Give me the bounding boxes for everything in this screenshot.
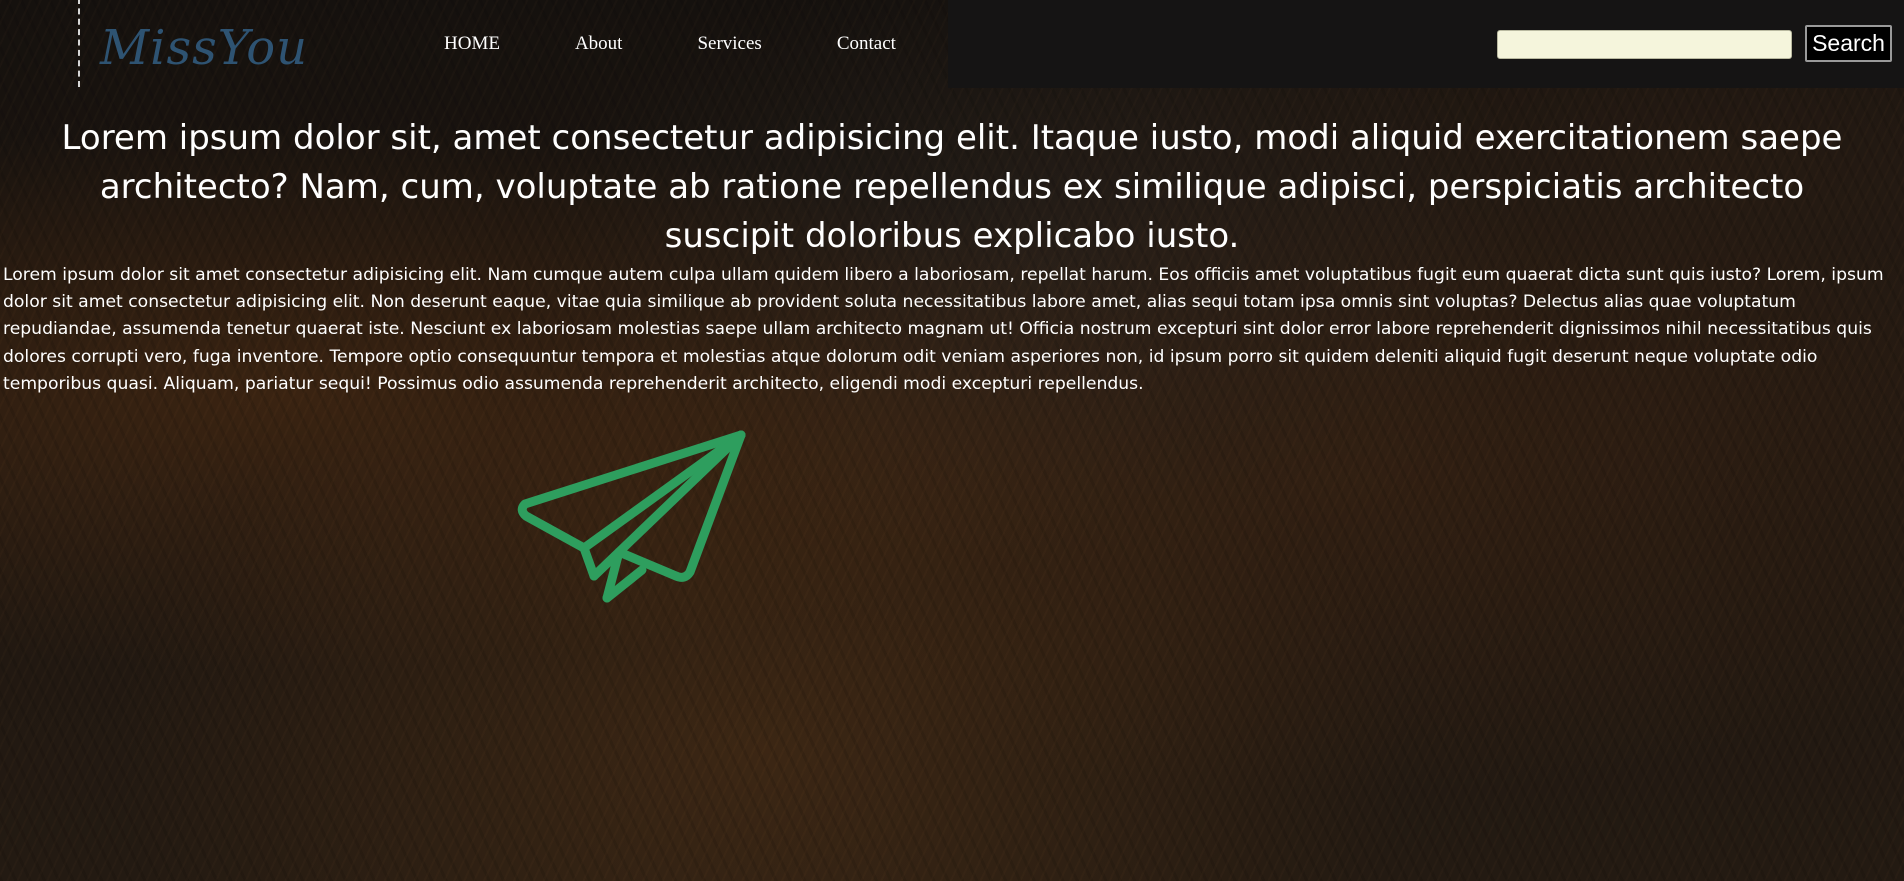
nav-item-services[interactable]: Services	[697, 33, 761, 55]
body-paragraph: Lorem ipsum dolor sit amet consectetur a…	[3, 265, 1884, 394]
main-nav: HOME About Services Contact	[444, 33, 971, 55]
search-button[interactable]: Search	[1805, 25, 1892, 62]
logo-container[interactable]: MissYou	[78, 0, 328, 87]
nav-item-about[interactable]: About	[575, 33, 623, 55]
nav-item-contact[interactable]: Contact	[837, 33, 896, 55]
nav-item-home[interactable]: HOME	[444, 33, 500, 55]
search-input[interactable]	[1497, 30, 1792, 59]
site-header: MissYou HOME About Services Contact Sear…	[0, 0, 1904, 88]
page-headline: Lorem ipsum dolor sit, amet consectetur …	[61, 118, 1843, 256]
logo[interactable]: MissYou	[100, 24, 308, 72]
paper-plane-icon	[517, 430, 746, 603]
